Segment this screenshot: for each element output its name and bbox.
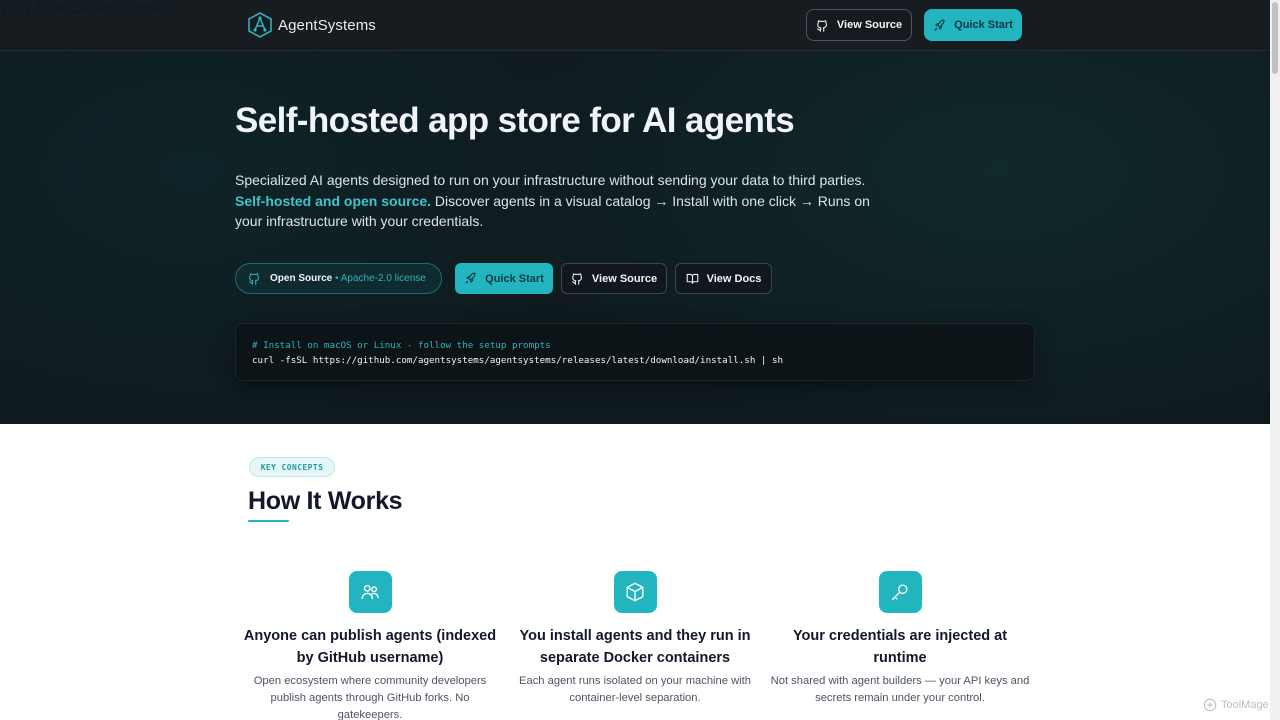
watermark-logo-icon [1203, 698, 1217, 712]
section-title: How It Works [248, 487, 403, 515]
header-view-source-label: View Source [836, 19, 903, 31]
top-header: AgentSystems Why Use Cases Contact View … [0, 0, 1270, 51]
hero-quick-start-button[interactable]: Quick Start [455, 263, 553, 294]
book-icon [686, 273, 698, 284]
main-nav: Why Use Cases Contact [0, 0, 1270, 18]
card-description: Each agent runs isolated on your machine… [519, 675, 751, 704]
card-title: Anyone can publish agents (indexed by Gi… [243, 628, 497, 666]
hero-view-source-label: View Source [591, 272, 658, 285]
hero-quick-start-label: Quick Start [485, 272, 544, 285]
hero-view-source-button[interactable]: View Source [561, 263, 667, 294]
box-icon [613, 571, 657, 613]
nav-link-why[interactable]: Why [0, 0, 32, 17]
open-source-badge[interactable]: Open Source • Apache-2.0 license [235, 263, 442, 294]
hero-section: Self-hosted app store for AI agents Spec… [0, 51, 1270, 424]
card-description: Open ecosystem where community developer… [253, 675, 487, 720]
badge-label: Open Source [270, 273, 333, 284]
badge-license: • Apache-2.0 license [335, 273, 426, 284]
card-description: Not shared with agent builders — your AP… [770, 675, 1030, 704]
section-title-underline [248, 520, 289, 522]
card-title: Your credentials are injected at runtime [792, 628, 1008, 666]
users-icon [348, 571, 392, 613]
hero-lead-line1: Specialized AI agents designed to run on… [235, 172, 866, 188]
rocket-icon [934, 19, 945, 30]
github-icon [816, 19, 827, 32]
brand-name: AgentSystems [278, 16, 376, 34]
card-title: You install agents and they run in separ… [519, 628, 751, 666]
watermark-text: ToolMage [1221, 699, 1269, 711]
header-view-source-button[interactable]: View Source [806, 9, 912, 41]
concept-card-docker: You install agents and they run in separ… [505, 571, 765, 707]
page-scrollbar[interactable] [1270, 0, 1280, 720]
header-quick-start-label: Quick Start [954, 19, 1013, 31]
nav-link-use-cases[interactable]: Use Cases [36, 0, 114, 17]
key-concepts-pill: KEY CONCEPTS [249, 457, 335, 477]
brand-logo-link[interactable]: AgentSystems [248, 12, 376, 38]
concept-card-publish: Anyone can publish agents (indexed by Gi… [240, 571, 500, 720]
github-icon [571, 273, 582, 285]
key-icon [878, 571, 922, 613]
hero-view-docs-button[interactable]: View Docs [675, 263, 772, 294]
hero-view-docs-label: View Docs [706, 272, 762, 285]
hero-title: Self-hosted app store for AI agents [235, 101, 795, 140]
header-quick-start-button[interactable]: Quick Start [924, 9, 1022, 41]
scrollbar-thumb[interactable] [1272, 2, 1278, 74]
brand-logo-icon [248, 12, 272, 38]
github-icon [249, 273, 260, 285]
nav-link-contact[interactable]: Contact [119, 0, 174, 17]
code-command[interactable]: curl -fsSL https://github.com/agentsyste… [252, 353, 1018, 368]
install-code-block[interactable]: # Install on macOS or Linux - follow the… [235, 323, 1035, 381]
code-comment: # Install on macOS or Linux - follow the… [252, 340, 551, 351]
concept-card-credentials: Your credentials are injected at runtime… [770, 571, 1030, 707]
watermark: ToolMage [1203, 698, 1269, 712]
rocket-icon [465, 272, 476, 284]
hero-lead-highlight: Self-hosted and open source. [235, 192, 432, 209]
hero-lead: Specialized AI agents designed to run on… [235, 170, 875, 232]
